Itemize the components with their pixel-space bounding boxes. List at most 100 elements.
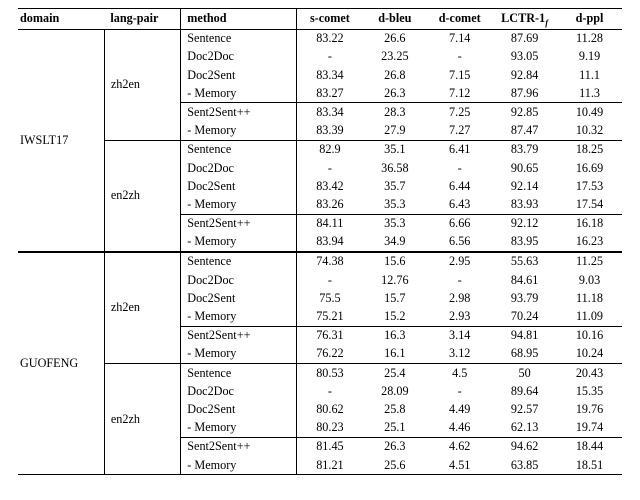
value-cell: 11.25 bbox=[557, 252, 622, 271]
method-cell: - Memory bbox=[181, 122, 297, 141]
value-cell: 25.6 bbox=[362, 456, 427, 475]
value-cell: 11.18 bbox=[557, 289, 622, 307]
value-cell: 28.3 bbox=[362, 103, 427, 122]
table-row: GUOFENGzh2enSentence74.3815.62.9555.6311… bbox=[18, 252, 622, 271]
value-cell: 74.38 bbox=[297, 252, 362, 271]
method-cell: Sentence bbox=[181, 140, 297, 159]
col-domain: domain bbox=[18, 9, 104, 30]
value-cell: 15.7 bbox=[362, 289, 427, 307]
value-cell: 16.1 bbox=[362, 345, 427, 364]
col-dppl: d-ppl bbox=[557, 9, 622, 30]
method-cell: - Memory bbox=[181, 195, 297, 214]
value-cell: 4.46 bbox=[427, 419, 492, 438]
value-cell: 3.14 bbox=[427, 326, 492, 345]
value-cell: 2.95 bbox=[427, 252, 492, 271]
value-cell: 16.69 bbox=[557, 159, 622, 177]
value-cell: 11.09 bbox=[557, 307, 622, 326]
value-cell: 80.23 bbox=[297, 419, 362, 438]
value-cell: 83.95 bbox=[492, 233, 557, 252]
value-cell: 11.1 bbox=[557, 66, 622, 84]
header-row: domain lang-pair method s-comet d-bleu d… bbox=[18, 9, 622, 30]
domain-cell: GUOFENG bbox=[18, 252, 104, 475]
value-cell: 11.3 bbox=[557, 84, 622, 103]
method-cell: Sent2Sent++ bbox=[181, 214, 297, 233]
value-cell: 2.98 bbox=[427, 289, 492, 307]
value-cell: 18.44 bbox=[557, 437, 622, 456]
value-cell: 83.42 bbox=[297, 177, 362, 195]
value-cell: 10.32 bbox=[557, 122, 622, 141]
value-cell: 83.94 bbox=[297, 233, 362, 252]
col-langpair: lang-pair bbox=[104, 9, 180, 30]
value-cell: 2.93 bbox=[427, 307, 492, 326]
value-cell: 35.1 bbox=[362, 140, 427, 159]
value-cell: 19.76 bbox=[557, 400, 622, 418]
value-cell: 92.85 bbox=[492, 103, 557, 122]
value-cell: 81.21 bbox=[297, 456, 362, 475]
value-cell: 26.3 bbox=[362, 437, 427, 456]
value-cell: - bbox=[427, 48, 492, 66]
value-cell: 4.62 bbox=[427, 437, 492, 456]
method-cell: - Memory bbox=[181, 419, 297, 438]
domain-cell: IWSLT17 bbox=[18, 29, 104, 252]
value-cell: 23.25 bbox=[362, 48, 427, 66]
value-cell: 15.6 bbox=[362, 252, 427, 271]
value-cell: 82.9 bbox=[297, 140, 362, 159]
value-cell: 75.21 bbox=[297, 307, 362, 326]
value-cell: 25.8 bbox=[362, 400, 427, 418]
value-cell: 7.12 bbox=[427, 84, 492, 103]
method-cell: - Memory bbox=[181, 84, 297, 103]
value-cell: 50 bbox=[492, 364, 557, 383]
value-cell: 83.34 bbox=[297, 66, 362, 84]
method-cell: Doc2Sent bbox=[181, 177, 297, 195]
value-cell: 63.85 bbox=[492, 456, 557, 475]
value-cell: 15.2 bbox=[362, 307, 427, 326]
value-cell: 10.16 bbox=[557, 326, 622, 345]
col-scomet: s-comet bbox=[297, 9, 362, 30]
value-cell: 55.63 bbox=[492, 252, 557, 271]
value-cell: 76.22 bbox=[297, 345, 362, 364]
value-cell: 19.74 bbox=[557, 419, 622, 438]
value-cell: 6.44 bbox=[427, 177, 492, 195]
method-cell: Doc2Sent bbox=[181, 66, 297, 84]
value-cell: 4.51 bbox=[427, 456, 492, 475]
col-lctr-sub: f bbox=[545, 17, 548, 27]
method-cell: Sentence bbox=[181, 29, 297, 48]
value-cell: - bbox=[297, 159, 362, 177]
value-cell: 6.56 bbox=[427, 233, 492, 252]
langpair-cell: en2zh bbox=[104, 140, 180, 252]
value-cell: 94.81 bbox=[492, 326, 557, 345]
langpair-cell: zh2en bbox=[104, 29, 180, 140]
value-cell: 83.79 bbox=[492, 140, 557, 159]
method-cell: Sentence bbox=[181, 252, 297, 271]
method-cell: Doc2Doc bbox=[181, 159, 297, 177]
value-cell: 81.45 bbox=[297, 437, 362, 456]
value-cell: 28.09 bbox=[362, 382, 427, 400]
method-cell: - Memory bbox=[181, 456, 297, 475]
value-cell: 83.27 bbox=[297, 84, 362, 103]
value-cell: 10.49 bbox=[557, 103, 622, 122]
value-cell: 18.51 bbox=[557, 456, 622, 475]
value-cell: 7.15 bbox=[427, 66, 492, 84]
value-cell: 36.58 bbox=[362, 159, 427, 177]
value-cell: 9.03 bbox=[557, 271, 622, 289]
value-cell: 93.05 bbox=[492, 48, 557, 66]
value-cell: 7.27 bbox=[427, 122, 492, 141]
value-cell: 16.18 bbox=[557, 214, 622, 233]
value-cell: 16.3 bbox=[362, 326, 427, 345]
value-cell: 25.4 bbox=[362, 364, 427, 383]
method-cell: Sentence bbox=[181, 364, 297, 383]
method-cell: Sent2Sent++ bbox=[181, 103, 297, 122]
value-cell: 92.84 bbox=[492, 66, 557, 84]
value-cell: 17.54 bbox=[557, 195, 622, 214]
value-cell: 3.12 bbox=[427, 345, 492, 364]
value-cell: - bbox=[427, 382, 492, 400]
results-table: domain lang-pair method s-comet d-bleu d… bbox=[18, 8, 622, 475]
value-cell: 10.24 bbox=[557, 345, 622, 364]
value-cell: 11.28 bbox=[557, 29, 622, 48]
col-lctr-prefix: LCTR-1 bbox=[501, 11, 545, 25]
table-row: en2zhSentence80.5325.44.55020.43 bbox=[18, 364, 622, 383]
method-cell: Sent2Sent++ bbox=[181, 437, 297, 456]
value-cell: 6.66 bbox=[427, 214, 492, 233]
value-cell: 20.43 bbox=[557, 364, 622, 383]
value-cell: 89.64 bbox=[492, 382, 557, 400]
